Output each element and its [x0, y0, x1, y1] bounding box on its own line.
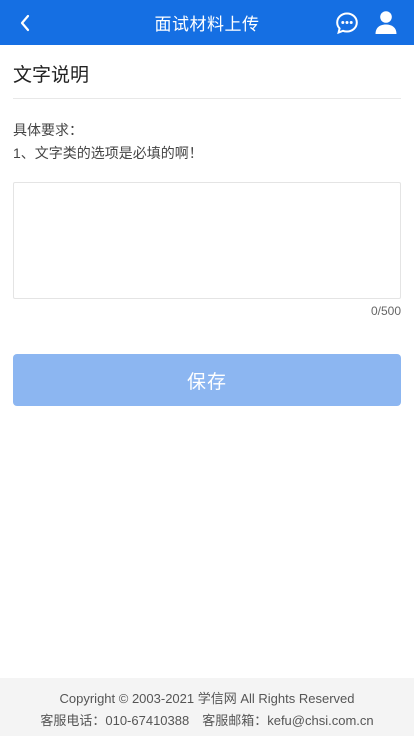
user-button[interactable]	[374, 10, 398, 35]
contact-info: 客服电话：010-67410388 客服邮箱：kefu@chsi.com.cn	[40, 713, 374, 728]
chat-bubble-icon	[336, 12, 358, 35]
back-button[interactable]	[10, 0, 40, 45]
section-title: 文字说明	[13, 65, 90, 86]
copyright-text: Copyright © 2003-2021 学信网 All Rights Res…	[59, 691, 355, 706]
divider	[13, 98, 401, 99]
description-textarea[interactable]	[13, 182, 401, 299]
chevron-left-icon	[20, 14, 30, 31]
message-button[interactable]	[335, 11, 359, 35]
app-header: 面试材料上传	[0, 0, 414, 45]
footer: Copyright © 2003-2021 学信网 All Rights Res…	[0, 678, 414, 736]
save-button[interactable]: 保存	[13, 354, 401, 406]
page-title: 面试材料上传	[154, 15, 260, 34]
user-icon	[375, 11, 397, 34]
requirement-label: 具体要求：	[13, 122, 83, 138]
char-counter: 0/500	[370, 304, 401, 318]
requirement-text: 1、文字类的选项是必填的啊！	[13, 145, 203, 161]
